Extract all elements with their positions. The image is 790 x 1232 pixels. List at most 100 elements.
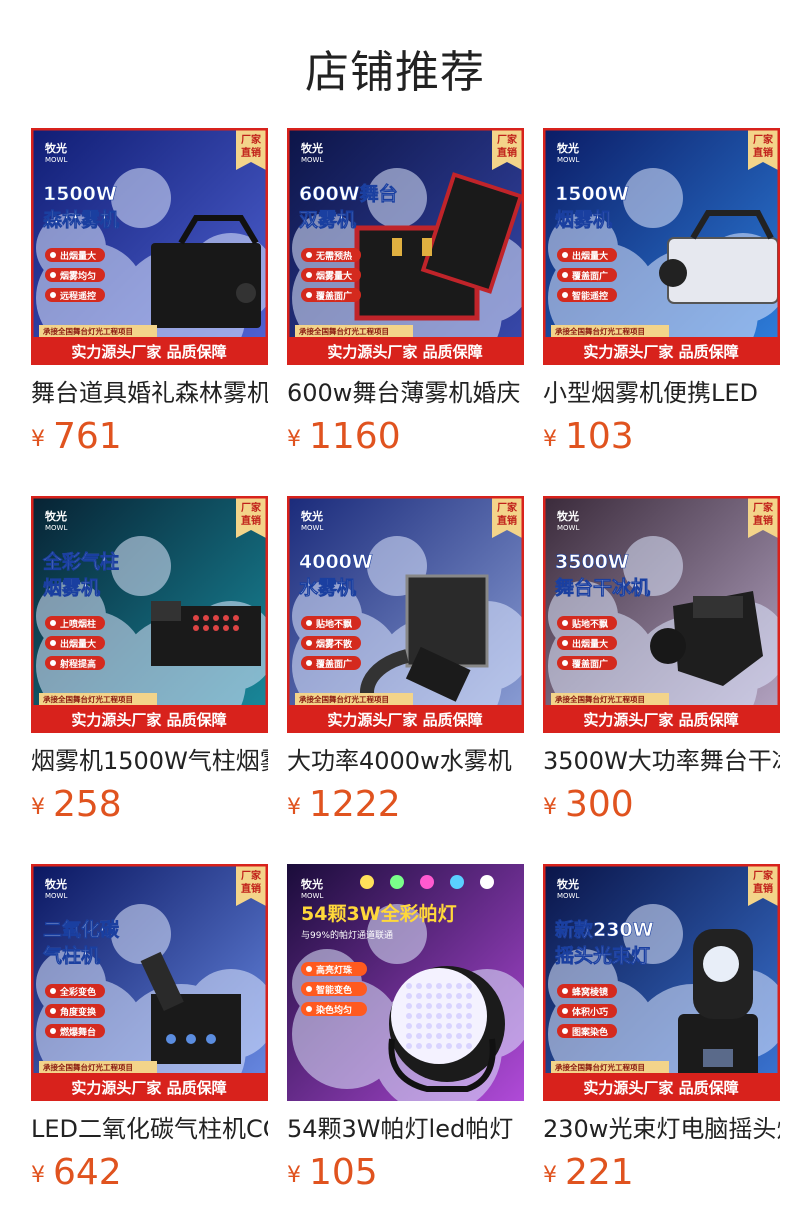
- factory-badge-line1: 厂家: [753, 501, 774, 514]
- small-banner-text: 承接全国舞台灯光工程项目: [43, 694, 133, 704]
- image-headline: 3500W: [555, 551, 629, 573]
- image-subheadline: 与99%的帕灯通道联通: [301, 929, 393, 941]
- factory-badge-line1: 厂家: [497, 501, 518, 514]
- small-banner-text: 承接全国舞台灯光工程项目: [299, 326, 389, 336]
- image-subheadline: 气柱机: [42, 944, 100, 967]
- product-image-graphic: 牧光MOWL 二氧化碳气柱机全彩变色角度变换燃爆舞台 厂家直销承接全国舞台灯光工程项…: [31, 864, 268, 1101]
- currency-symbol: ¥: [287, 795, 301, 820]
- brand-logo: 牧光: [301, 509, 323, 523]
- feature-pill-dot: [50, 988, 56, 994]
- product-image-graphic: 牧光MOWL 1500W 烟雾机出烟量大覆盖面广智能遥控 厂家直销承接全国舞台灯光工程…: [543, 128, 780, 365]
- image-headline: 全彩气柱: [42, 550, 119, 573]
- image-headline: 二氧化碳: [43, 918, 120, 941]
- product-name[interactable]: 小型烟雾机便携LED: [543, 377, 780, 409]
- product-price: ¥1222: [287, 783, 524, 830]
- image-headline: 新款230W: [555, 918, 654, 941]
- image-subheadline: 烟雾机: [43, 576, 100, 599]
- product-card[interactable]: 牧光 MOWL 1500W 烟雾机 出烟量大 覆盖面广 智能遥控 厂家 直销 承接全国舞台灯光工程…: [543, 128, 780, 462]
- brand-logo: 牧光: [557, 877, 579, 891]
- product-image[interactable]: 牧光 MOWL 54颗3W全彩帕灯 与99%的帕灯通道联通 高亮灯珠 智能变色 染色均匀: [287, 864, 524, 1101]
- product-image[interactable]: 牧光 MOWL 1500W 烟雾机 出烟量大 覆盖面广 智能遥控 厂家 直销 承接全国舞台灯光工程…: [543, 128, 780, 365]
- product-card[interactable]: 牧光 MOWL 二氧化碳 气柱机 全彩变色 角度变换 燃爆舞台 厂家 直销 承接全国舞台灯光工程项…: [31, 864, 268, 1198]
- feature-pill-label: 烟雾均匀: [60, 270, 96, 282]
- feature-pill-dot: [50, 1008, 56, 1014]
- feature-pill-dot: [50, 620, 56, 626]
- brand-logo: 牧光: [301, 141, 323, 155]
- product-image-graphic: 牧光MOWL 1500W 森林雾机出烟量大烟雾均匀远程遥控 厂家直销承接全国舞台灯光工…: [31, 128, 268, 365]
- price-value: 300: [565, 784, 634, 825]
- product-image[interactable]: 牧光 MOWL 新款230W 摇头光束灯 蜂窝棱镜 体积小巧 图案染色 厂家 直销 承接全国舞台灯…: [543, 864, 780, 1101]
- product-name[interactable]: LED二氧化碳气柱机CO2: [31, 1113, 268, 1145]
- factory-badge-line2: 直销: [753, 146, 773, 159]
- feature-pill-dot: [306, 966, 312, 972]
- main-banner-text: 实力源头厂家 品质保障: [71, 1079, 226, 1097]
- product-card[interactable]: 牧光 MOWL 600W舞台 双雾机 无需预热 烟雾量大 覆盖面广 厂家 直销 承接全国舞台灯光工…: [287, 128, 524, 462]
- feature-pill-label: 覆盖面广: [316, 658, 352, 670]
- stage-spotlight: [480, 875, 494, 889]
- feature-pill-label: 燃爆舞台: [60, 1026, 96, 1038]
- currency-symbol: ¥: [31, 795, 45, 820]
- feature-pill-dot: [562, 292, 568, 298]
- brand-logo: 牧光: [45, 141, 67, 155]
- image-headline: 1500W: [43, 183, 117, 205]
- feature-pill-dot: [562, 1028, 568, 1034]
- price-value: 258: [53, 784, 122, 825]
- product-name[interactable]: 大功率4000w水雾机: [287, 745, 524, 777]
- product-image[interactable]: 牧光 MOWL 全彩气柱 烟雾机 上喷烟柱 出烟量大 射程提高 厂家 直销 承接全国舞台灯光工程项…: [31, 496, 268, 733]
- product-device-illustration: [151, 601, 261, 666]
- product-card[interactable]: 牧光 MOWL 4000W 水雾机 贴地不飘 烟雾不散 覆盖面广 厂家 直销 承接全国舞台灯光工程…: [287, 496, 524, 830]
- product-image[interactable]: 牧光 MOWL 4000W 水雾机 贴地不飘 烟雾不散 覆盖面广 厂家 直销 承接全国舞台灯光工程…: [287, 496, 524, 733]
- product-name[interactable]: 54颗3W帕灯led帕灯: [287, 1113, 524, 1145]
- feature-pill-dot: [306, 620, 312, 626]
- feature-pill-label: 烟雾量大: [316, 270, 352, 282]
- product-name[interactable]: 3500W大功率舞台干冰机: [543, 745, 780, 777]
- feature-pill-label: 图案染色: [572, 1026, 608, 1038]
- price-value: 1160: [309, 416, 401, 457]
- feature-pill-label: 远程遥控: [60, 290, 96, 302]
- feature-pill-dot: [562, 272, 568, 278]
- product-image[interactable]: 牧光 MOWL 600W舞台 双雾机 无需预热 烟雾量大 覆盖面广 厂家 直销 承接全国舞台灯光工…: [287, 128, 524, 365]
- factory-badge-line2: 直销: [753, 514, 773, 527]
- brand-logo-sub: MOWL: [301, 524, 323, 532]
- product-image-graphic: 牧光MOWL 新款230W 摇头光束灯蜂窝棱镜体积小巧图案染色 厂家直销承接全国舞台灯…: [543, 864, 780, 1101]
- small-banner-text: 承接全国舞台灯光工程项目: [555, 326, 645, 336]
- feature-pill-dot: [306, 272, 312, 278]
- product-name[interactable]: 舞台道具婚礼森林雾机: [31, 377, 268, 409]
- brand-logo-sub: MOWL: [301, 156, 323, 164]
- product-card[interactable]: 牧光 MOWL 3500W 舞台干冰机 贴地不飘 出烟量大 覆盖面广 厂家 直销 承接全国舞台灯光…: [543, 496, 780, 830]
- factory-badge-line1: 厂家: [753, 869, 774, 882]
- product-name[interactable]: 230w光束灯电脑摇头灯: [543, 1113, 780, 1145]
- product-name[interactable]: 烟雾机1500W气柱烟雾机: [31, 745, 268, 777]
- factory-badge-line1: 厂家: [241, 869, 262, 882]
- image-subheadline: 烟雾机: [555, 208, 612, 231]
- feature-pill-label: 出烟量大: [572, 638, 608, 650]
- product-image[interactable]: 牧光 MOWL 3500W 舞台干冰机 贴地不飘 出烟量大 覆盖面广 厂家 直销 承接全国舞台灯光…: [543, 496, 780, 733]
- factory-badge-line1: 厂家: [753, 133, 774, 146]
- brand-logo: 牧光: [557, 141, 579, 155]
- factory-badge-line2: 直销: [241, 146, 261, 159]
- feature-pill-label: 高亮灯珠: [316, 964, 353, 976]
- currency-symbol: ¥: [31, 427, 45, 452]
- product-card[interactable]: 牧光 MOWL 全彩气柱 烟雾机 上喷烟柱 出烟量大 射程提高 厂家 直销 承接全国舞台灯光工程项…: [31, 496, 268, 830]
- product-card[interactable]: 牧光 MOWL 1500W 森林雾机 出烟量大 烟雾均匀 远程遥控 厂家 直销 承接全国舞台灯光工…: [31, 128, 268, 462]
- product-card[interactable]: 牧光 MOWL 新款230W 摇头光束灯 蜂窝棱镜 体积小巧 图案染色 厂家 直销 承接全国舞台灯…: [543, 864, 780, 1198]
- image-subheadline: 摇头光束灯: [555, 944, 650, 967]
- small-banner-text: 承接全国舞台灯光工程项目: [299, 694, 389, 704]
- price-value: 103: [565, 416, 634, 457]
- feature-pill-dot: [306, 660, 312, 666]
- factory-badge-line2: 直销: [753, 882, 773, 895]
- product-image-graphic: 牧光MOWL 54颗3W全彩帕灯与99%的帕灯通道联通高亮灯珠智能变色染色均匀: [287, 864, 524, 1101]
- image-headline: 600W舞台: [299, 182, 398, 205]
- product-card[interactable]: 牧光 MOWL 54颗3W全彩帕灯 与99%的帕灯通道联通 高亮灯珠 智能变色 染色均匀 54…: [287, 864, 524, 1198]
- feature-pill-dot: [562, 988, 568, 994]
- product-image[interactable]: 牧光 MOWL 1500W 森林雾机 出烟量大 烟雾均匀 远程遥控 厂家 直销 承接全国舞台灯光工…: [31, 128, 268, 365]
- currency-symbol: ¥: [31, 1163, 45, 1188]
- product-name[interactable]: 600w舞台薄雾机婚庆: [287, 377, 524, 409]
- feature-pill-label: 角度变换: [60, 1006, 97, 1018]
- feature-pill-label: 上喷烟柱: [60, 618, 96, 630]
- price-value: 761: [53, 416, 122, 457]
- image-headline: 1500W: [555, 183, 629, 205]
- product-image[interactable]: 牧光 MOWL 二氧化碳 气柱机 全彩变色 角度变换 燃爆舞台 厂家 直销 承接全国舞台灯光工程项…: [31, 864, 268, 1101]
- feature-pill-dot: [50, 272, 56, 278]
- image-headline: 4000W: [299, 551, 373, 573]
